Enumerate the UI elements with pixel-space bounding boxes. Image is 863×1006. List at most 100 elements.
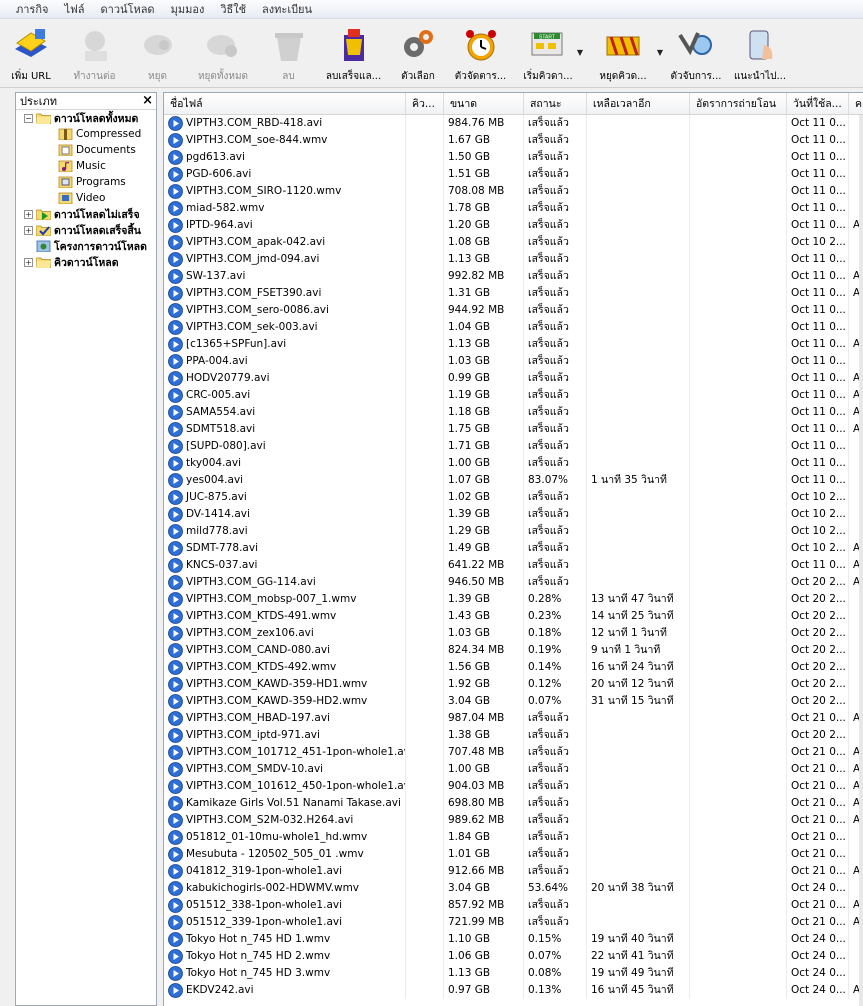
cell-transfer-rate xyxy=(690,251,787,268)
table-row[interactable]: SAMA554.avi 1.18 GB เสร็จแล้ว Oct 11 0... A xyxy=(164,404,863,421)
toolbar-button-9[interactable]: หยุดคิวด... ▼ xyxy=(583,20,663,88)
table-row[interactable]: VIPTH3.COM_S2M-032.H264.avi 989.62 MB เสร็… xyxy=(164,812,863,829)
table-row[interactable]: VIPTH3.COM_SIRO-1120.wmv 708.08 MB เสร็จแล… xyxy=(164,183,863,200)
tree-item-7[interactable]: + ดาวน์โหลดเสร็จสิ้น xyxy=(24,222,141,238)
table-row[interactable]: VIPTH3.COM_101712_451-1pon-whole1.avi 707… xyxy=(164,744,863,761)
menu-item-1[interactable]: ไฟล์ xyxy=(56,0,92,18)
column-transfer-rate[interactable]: อัตราการถ่ายโอน xyxy=(690,93,787,115)
column-description[interactable]: ค xyxy=(849,93,863,115)
table-row[interactable]: Tokyo Hot n_745 HD 1.wmv 1.10 GB 0.15% 19 น… xyxy=(164,931,863,948)
tree-item-1[interactable]: Compressed xyxy=(58,126,141,142)
tree-item-8[interactable]: โครงการดาวน์โหลด xyxy=(24,238,147,254)
table-row[interactable]: VIPTH3.COM_SMDV-10.avi 1.00 GB เสร็จแล้ว Oc… xyxy=(164,761,863,778)
menu-item-0[interactable]: ภารกิจ xyxy=(8,0,56,18)
column-status[interactable]: สถานะ xyxy=(524,93,587,115)
close-icon[interactable]: × xyxy=(142,94,153,107)
column-size[interactable]: ขนาด xyxy=(444,93,524,115)
table-row[interactable]: SDMT-778.avi 1.49 GB เสร็จแล้ว Oct 10 2... A xyxy=(164,540,863,557)
menu-item-3[interactable]: มุมมอง xyxy=(163,0,213,18)
cell-size: 1.03 GB xyxy=(444,625,524,642)
table-row[interactable]: VIPTH3.COM_sero-0086.avi 944.92 MB เสร็จแล… xyxy=(164,302,863,319)
vertical-scrollbar[interactable] xyxy=(859,115,863,1006)
table-row[interactable]: Mesubuta - 120502_505_01 .wmv 1.01 GB เสร็… xyxy=(164,846,863,863)
toolbar-button-5[interactable]: ลบเสร็จแล... xyxy=(319,20,388,88)
table-row[interactable]: miad-582.wmv 1.78 GB เสร็จแล้ว Oct 11 0... xyxy=(164,200,863,217)
table-row[interactable]: [c1365+SPFun].avi 1.13 GB เสร็จแล้ว Oct 11 … xyxy=(164,336,863,353)
table-row[interactable]: IPTD-964.avi 1.20 GB เสร็จแล้ว Oct 11 0... A xyxy=(164,217,863,234)
table-row[interactable]: 051512_338-1pon-whole1.avi 857.92 MB เสร็จ… xyxy=(164,897,863,914)
table-row[interactable]: PGD-606.avi 1.51 GB เสร็จแล้ว Oct 11 0... xyxy=(164,166,863,183)
cell-status: เสร็จแล้ว xyxy=(524,336,587,353)
table-row[interactable]: VIPTH3.COM_iptd-971.avi 1.38 GB เสร็จแล้ว O… xyxy=(164,727,863,744)
toolbar-button-7[interactable]: ตัวจัดตาร... xyxy=(448,20,513,88)
table-row[interactable]: VIPTH3.COM_KAWD-359-HD1.wmv 1.92 GB 0.12% 2… xyxy=(164,676,863,693)
table-row[interactable]: EKDV242.avi 0.97 GB 0.13% 16 นาที 45 วินาที… xyxy=(164,982,863,999)
toolbar-button-1[interactable]: ทำงานต่อ xyxy=(62,20,127,88)
tree-item-6[interactable]: + ดาวน์โหลดไม่เสร็จ xyxy=(24,206,140,222)
table-row[interactable]: Kamikaze Girls Vol.51 Nanami Takase.avi 6… xyxy=(164,795,863,812)
table-row[interactable]: VIPTH3.COM_KTDS-492.wmv 1.56 GB 0.14% 16 นา… xyxy=(164,659,863,676)
table-row[interactable]: DV-1414.avi 1.39 GB เสร็จแล้ว Oct 10 2... xyxy=(164,506,863,523)
toolbar-button-0[interactable]: เพิ่ม URL xyxy=(0,20,62,88)
tree-item-9[interactable]: + คิวดาวน์โหลด xyxy=(24,254,119,270)
tree-toggle-icon[interactable]: − xyxy=(24,113,33,123)
tree-toggle-icon[interactable]: + xyxy=(24,225,33,235)
table-row[interactable]: SDMT518.avi 1.75 GB เสร็จแล้ว Oct 11 0... A xyxy=(164,421,863,438)
tree-toggle-icon[interactable]: + xyxy=(24,209,33,219)
menu-item-2[interactable]: ดาวน์โหลด xyxy=(93,0,163,18)
table-row[interactable]: 051812_01-10mu-whole1_hd.wmv 1.84 GB เสร็จ… xyxy=(164,829,863,846)
column-queue[interactable]: คิว... xyxy=(406,93,444,115)
table-row[interactable]: VIPTH3.COM_soe-844.wmv 1.67 GB เสร็จแล้ว Oc… xyxy=(164,132,863,149)
toolbar-button-4[interactable]: ลบ xyxy=(258,20,319,88)
tree-item-3[interactable]: Music xyxy=(58,158,106,174)
table-row[interactable]: VIPTH3.COM_FSET390.avi 1.31 GB เสร็จแล้ว Oc… xyxy=(164,285,863,302)
tree-item-4[interactable]: Programs xyxy=(58,174,126,190)
table-row[interactable]: 051512_339-1pon-whole1.avi 721.99 MB เสร็จ… xyxy=(164,914,863,931)
table-row[interactable]: VIPTH3.COM_zex106.avi 1.03 GB 0.18% 12 นาที… xyxy=(164,625,863,642)
toolbar-button-3[interactable]: หยุดทั้งหมด xyxy=(188,20,258,88)
table-row[interactable]: HODV20779.avi 0.99 GB เสร็จแล้ว Oct 11 0...… xyxy=(164,370,863,387)
column-time-left[interactable]: เหลือเวลาอีก xyxy=(587,93,690,115)
tree-item-2[interactable]: Documents xyxy=(58,142,136,158)
table-row[interactable]: [SUPD-080].avi 1.71 GB เสร็จแล้ว Oct 11 0..… xyxy=(164,438,863,455)
column-last-try-date[interactable]: วันที่ใช้ล... xyxy=(787,93,849,115)
table-row[interactable]: SW-137.avi 992.82 MB เสร็จแล้ว Oct 11 0... A xyxy=(164,268,863,285)
table-row[interactable]: VIPTH3.COM_sek-003.avi 1.04 GB เสร็จแล้ว Oc… xyxy=(164,319,863,336)
table-row[interactable]: KNCS-037.avi 641.22 MB เสร็จแล้ว Oct 11 0..… xyxy=(164,557,863,574)
toolbar-button-10[interactable]: ตัวจับการ... xyxy=(663,20,729,88)
menu-item-5[interactable]: ลงทะเบียน xyxy=(254,0,320,18)
table-row[interactable]: Tokyo Hot n_745 HD 3.wmv 1.13 GB 0.08% 19 น… xyxy=(164,965,863,982)
table-row[interactable]: VIPTH3.COM_KTDS-491.wmv 1.43 GB 0.23% 14 นา… xyxy=(164,608,863,625)
table-row[interactable]: mild778.avi 1.29 GB เสร็จแล้ว Oct 10 2... xyxy=(164,523,863,540)
table-row[interactable]: VIPTH3.COM_101612_450-1pon-whole1.avi 904… xyxy=(164,778,863,795)
table-row[interactable]: VIPTH3.COM_CAND-080.avi 824.34 MB 0.19% 9 น… xyxy=(164,642,863,659)
table-row[interactable]: VIPTH3.COM_HBAD-197.avi 987.04 MB เสร็จแล้… xyxy=(164,710,863,727)
tree-item-0[interactable]: − ดาวน์โหลดทั้งหมด xyxy=(24,110,138,126)
cell-last-try-date: Oct 20 2... xyxy=(787,727,849,744)
table-row[interactable]: kabukichogirls-002-HDWMV.wmv 3.04 GB 53.64… xyxy=(164,880,863,897)
table-row[interactable]: VIPTH3.COM_jmd-094.avi 1.13 GB เสร็จแล้ว Oc… xyxy=(164,251,863,268)
table-row[interactable]: VIPTH3.COM_GG-114.avi 946.50 MB เสร็จแล้ว O… xyxy=(164,574,863,591)
column-file-name[interactable]: ชื่อไฟล์ xyxy=(164,93,406,115)
toolbar-button-2[interactable]: หยุด xyxy=(127,20,188,88)
table-row[interactable]: JUC-875.avi 1.02 GB เสร็จแล้ว Oct 10 2... xyxy=(164,489,863,506)
table-row[interactable]: VIPTH3.COM_apak-042.avi 1.08 GB เสร็จแล้ว O… xyxy=(164,234,863,251)
toolbar-button-6[interactable]: ตัวเลือก xyxy=(388,20,448,88)
table-row[interactable]: 041812_319-1pon-whole1.avi 912.66 MB เสร็จ… xyxy=(164,863,863,880)
table-row[interactable]: pgd613.avi 1.50 GB เสร็จแล้ว Oct 11 0... xyxy=(164,149,863,166)
cell-last-try-date: Oct 11 0... xyxy=(787,149,849,166)
toolbar-button-8[interactable]: START เริ่มคิวดา... ▼ xyxy=(513,20,583,88)
cell-status: เสร็จแล้ว xyxy=(524,829,587,846)
table-row[interactable]: CRC-005.avi 1.19 GB เสร็จแล้ว Oct 11 0... A xyxy=(164,387,863,404)
table-row[interactable]: Tokyo Hot n_745 HD 2.wmv 1.06 GB 0.07% 22 น… xyxy=(164,948,863,965)
table-row[interactable]: yes004.avi 1.07 GB 83.07% 1 นาที 35 วินาที O… xyxy=(164,472,863,489)
table-row[interactable]: VIPTH3.COM_KAWD-359-HD2.wmv 3.04 GB 0.07% 3… xyxy=(164,693,863,710)
table-row[interactable]: PPA-004.avi 1.03 GB เสร็จแล้ว Oct 11 0... xyxy=(164,353,863,370)
menu-item-4[interactable]: วิธีใช้ xyxy=(212,0,254,18)
tree-toggle-icon[interactable]: + xyxy=(24,257,33,267)
toolbar-button-11[interactable]: แนะนำไป... xyxy=(729,20,791,88)
table-row[interactable]: tky004.avi 1.00 GB เสร็จแล้ว Oct 11 0... xyxy=(164,455,863,472)
tree-item-5[interactable]: Video xyxy=(58,190,105,206)
table-row[interactable]: VIPTH3.COM_mobsp-007_1.wmv 1.39 GB 0.28% 13… xyxy=(164,591,863,608)
table-row[interactable]: VIPTH3.COM_RBD-418.avi 984.76 MB เสร็จแล้ว… xyxy=(164,115,863,132)
